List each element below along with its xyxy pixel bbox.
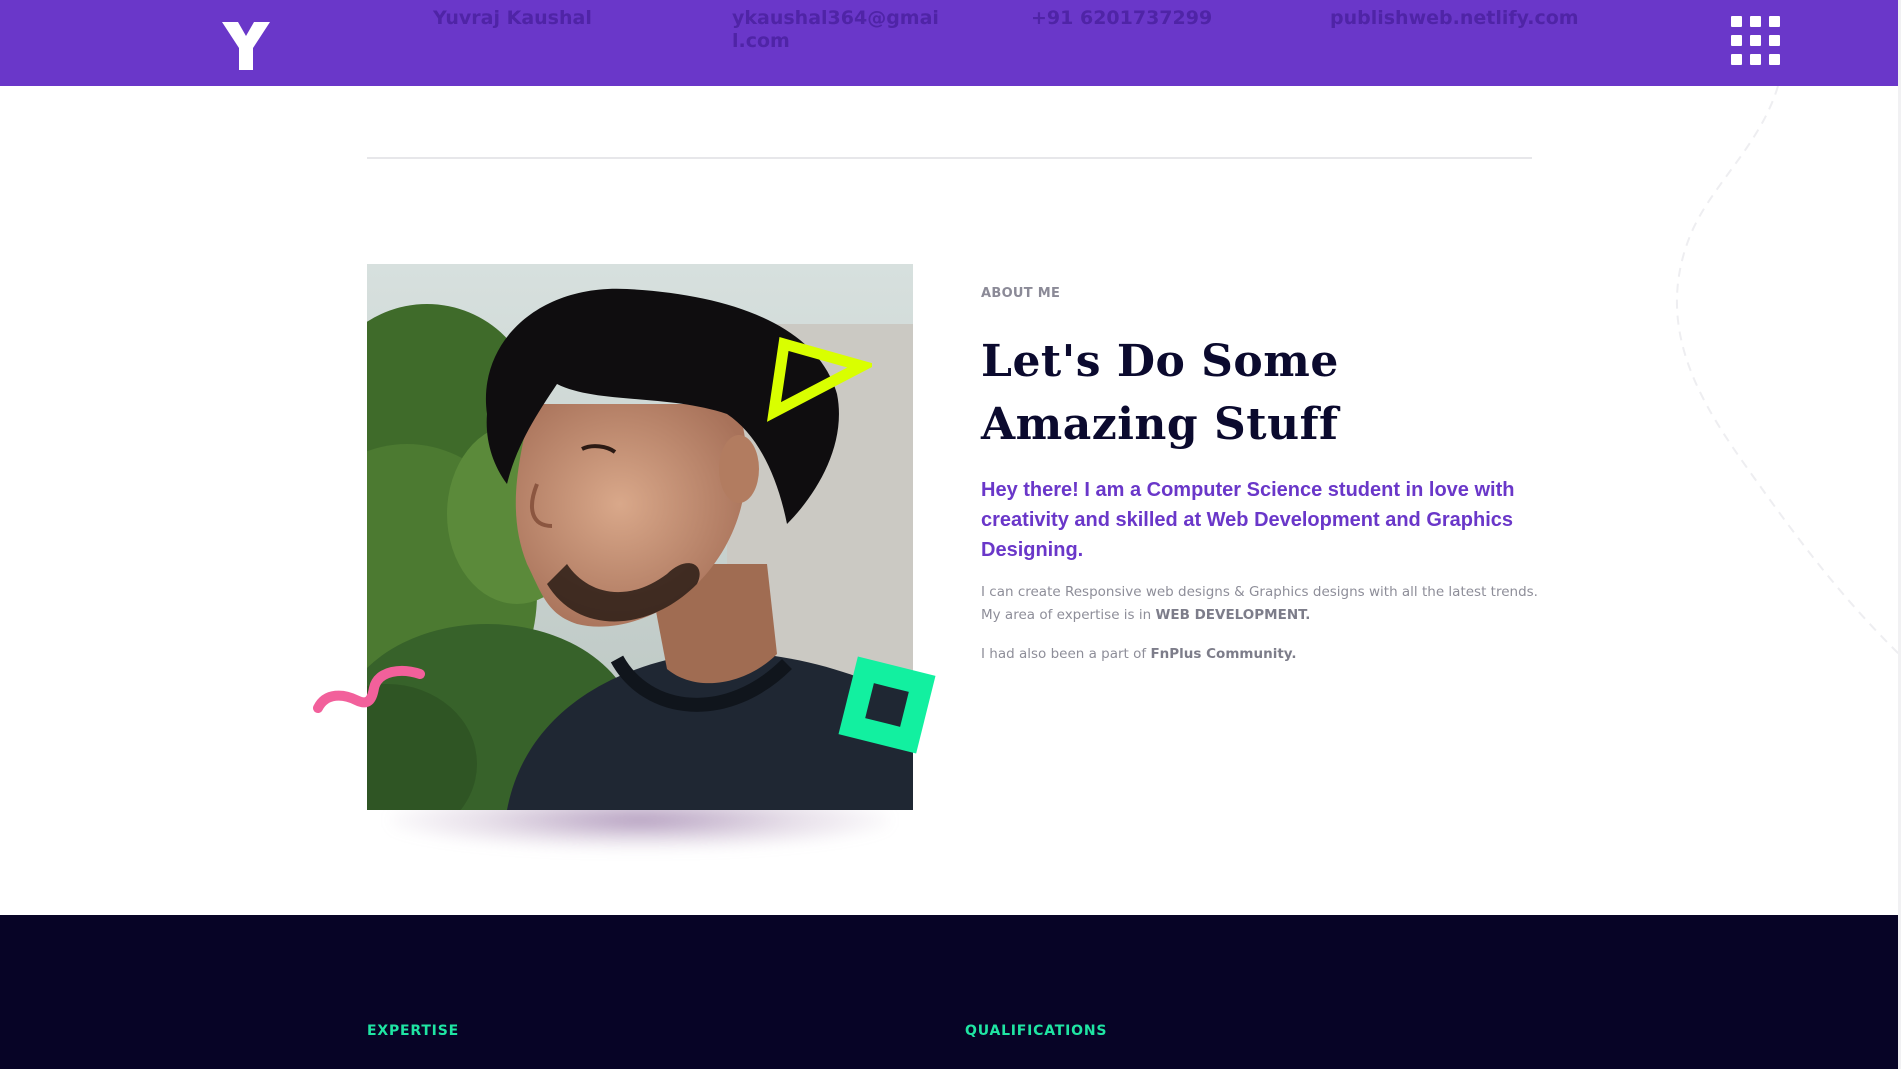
about-body-text: I had also been a part of bbox=[981, 646, 1151, 662]
section-divider bbox=[367, 157, 1532, 159]
expertise-heading: EXPERTISE bbox=[367, 1023, 459, 1039]
about-body-community: I had also been a part of FnPlus Communi… bbox=[981, 643, 1541, 666]
grid-dot bbox=[1750, 16, 1761, 27]
grid-dot bbox=[1731, 54, 1742, 65]
grid-dot bbox=[1731, 16, 1742, 27]
about-body-expertise: I can create Responsive web designs & Gr… bbox=[981, 581, 1541, 627]
header-email-link[interactable]: ykaushal364@gmail.com bbox=[732, 7, 942, 53]
grid-dot bbox=[1769, 54, 1780, 65]
grid-dot bbox=[1750, 54, 1761, 65]
grid-dot bbox=[1769, 16, 1780, 27]
about-heading: Let's Do Some Amazing Stuff bbox=[981, 336, 1339, 450]
about-body-highlight: FnPlus Community. bbox=[1150, 646, 1297, 662]
about-label: ABOUT ME bbox=[981, 286, 1061, 301]
grid-dot bbox=[1731, 35, 1742, 46]
grid-menu-icon[interactable] bbox=[1731, 16, 1780, 65]
header-phone-link[interactable]: +91 6201737299 bbox=[1031, 7, 1212, 30]
qualifications-heading: QUALIFICATIONS bbox=[965, 1023, 1108, 1039]
decorative-triangle-icon bbox=[766, 337, 872, 422]
dark-section bbox=[0, 915, 1901, 1069]
decorative-square-icon bbox=[838, 656, 936, 754]
page: Yuvraj Kaushal ykaushal364@gmail.com +91… bbox=[0, 0, 1901, 1069]
header-website-link[interactable]: publishweb.netlify.com bbox=[1330, 7, 1579, 30]
decorative-dashed-curve bbox=[1675, 86, 1901, 657]
header-name-link[interactable]: Yuvraj Kaushal bbox=[433, 7, 592, 30]
grid-dot bbox=[1769, 35, 1780, 46]
logo-y-icon[interactable] bbox=[222, 22, 270, 70]
about-body-highlight: WEB DEVELOPMENT. bbox=[1155, 607, 1311, 623]
top-header: Yuvraj Kaushal ykaushal364@gmail.com +91… bbox=[0, 0, 1901, 86]
grid-dot bbox=[1750, 35, 1761, 46]
decorative-squiggle-icon bbox=[313, 666, 425, 713]
about-section: ABOUT ME Let's Do Some Amazing Stuff Hey… bbox=[981, 286, 1541, 666]
about-lead: Hey there! I am a Computer Science stude… bbox=[981, 479, 1515, 561]
